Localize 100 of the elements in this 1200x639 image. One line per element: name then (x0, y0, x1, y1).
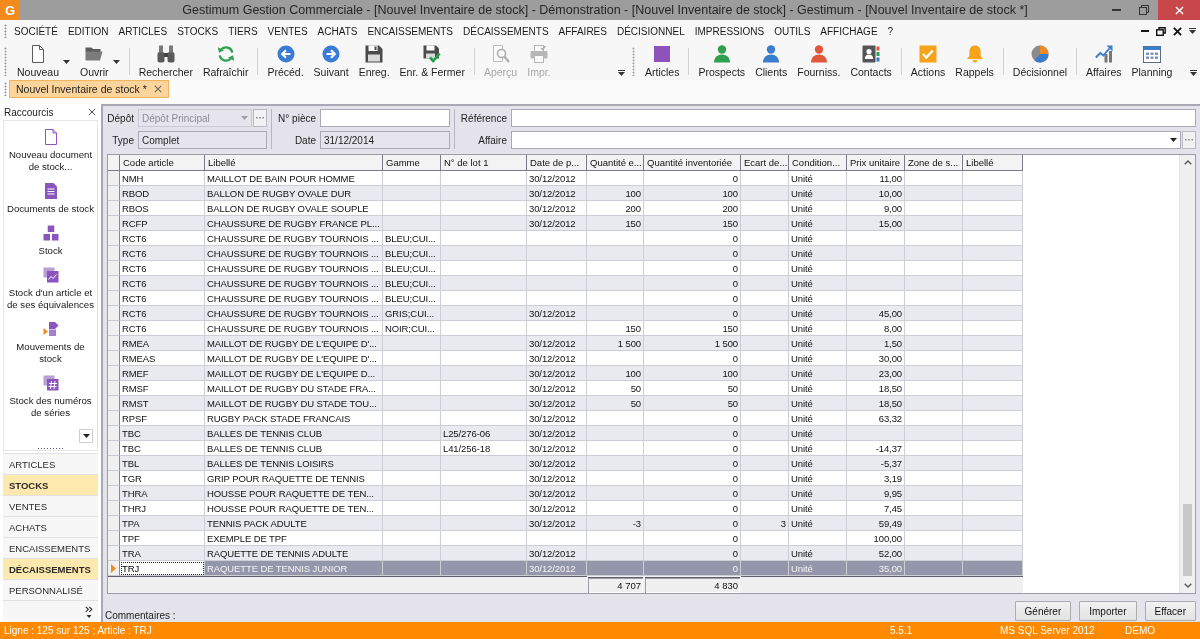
table-row[interactable]: RMSF MAILLOT DE RUGBY DU STADE FRA... 30/12/2012 50 50 Unité 18,50 (108, 381, 1023, 396)
table-row[interactable]: RMEAS MAILLOT DE RUGBY DE L'EQUIPE D'... 30/12/2012 0 Unité 30,00 (108, 351, 1023, 366)
column-header[interactable]: Date de p... (527, 155, 587, 171)
dropdown-button[interactable] (79, 429, 93, 443)
row-selector[interactable] (108, 291, 120, 306)
table-row[interactable]: RMST MAILLOT DE RUGBY DU STADE TOU... 30/12/2012 50 50 Unité 18,50 (108, 396, 1023, 411)
grip-handle[interactable] (4, 47, 7, 76)
row-selector[interactable] (108, 411, 120, 426)
row-selector[interactable] (108, 276, 120, 291)
column-header[interactable]: Condition... (789, 155, 847, 171)
toolbar-button[interactable]: Ouvrir (75, 45, 125, 78)
combo-box[interactable] (511, 131, 1181, 149)
row-selector[interactable] (108, 561, 120, 576)
toolbar-button[interactable]: Décisionnel (1007, 45, 1073, 78)
menu-item[interactable]: DÉCAISSEMENTS (463, 25, 549, 37)
toolbar-button[interactable]: Affaires (1081, 45, 1127, 78)
table-row[interactable]: NMH MAILLOT DE BAIN POUR HOMME 30/12/2012 0 Unité 11,00 (108, 171, 1023, 186)
table-row[interactable]: TRJ RAQUETTE DE TENNIS JUNIOR 30/12/2012 0 Unité 35,00 (108, 561, 1023, 576)
table-row[interactable]: THRJ HOUSSE POUR RAQUETTE DE TEN... 30/12/2012 0 Unité 7,45 (108, 501, 1023, 516)
toolbar-button[interactable]: Clients (750, 45, 793, 78)
toolbar-button[interactable]: Rafraîchir (197, 45, 254, 78)
date-field[interactable]: 31/12/2014 (320, 131, 450, 149)
vertical-scrollbar[interactable] (1179, 155, 1195, 593)
table-row[interactable]: RMEF MAILLOT DE RUGBY DE L'EQUIPE D... 30/12/2012 100 100 Unité 23,00 (108, 366, 1023, 381)
table-row[interactable]: RCFP CHAUSSURE DE RUGBY FRANCE PL... 30/12/2012 150 150 Unité 15,00 (108, 216, 1023, 231)
table-row[interactable]: RCT6 CHAUSSURE DE RUGBY TOURNOIS ... BLEU;CUI... 0 Unité (108, 276, 1023, 291)
row-selector[interactable] (108, 231, 120, 246)
column-header[interactable]: Libellé (205, 155, 383, 171)
column-header[interactable]: Quantité inventoriée (644, 155, 741, 171)
menu-item[interactable]: ENCAISSEMENTS (367, 25, 453, 37)
grip-handle[interactable] (632, 47, 635, 76)
toolbar-button[interactable]: Planning (1126, 45, 1178, 78)
table-row[interactable]: TBC BALLES DE TENNIS CLUB L25/276-06 30/12/2012 0 Unité (108, 426, 1023, 441)
menu-item[interactable]: AFFAIRES (558, 25, 607, 37)
overflow-icon[interactable] (618, 70, 625, 76)
restore-icon[interactable] (1156, 26, 1166, 36)
menu-item[interactable]: OUTILS (774, 25, 811, 37)
column-header[interactable]: N° de lot 1 (441, 155, 527, 171)
menu-item[interactable]: ARTICLES (118, 25, 168, 37)
row-selector[interactable] (108, 546, 120, 561)
close-icon[interactable] (1173, 26, 1182, 36)
chevron-up-icon[interactable] (1183, 160, 1192, 165)
row-selector[interactable] (108, 426, 120, 441)
table-row[interactable]: RBOD BALLON DE RUGBY OVALE DUR 30/12/2012 100 100 Unité 10,00 (108, 186, 1023, 201)
shortcut-item[interactable]: Mouvements de stock (4, 321, 97, 375)
column-header[interactable]: Zone de s... (905, 155, 963, 171)
menu-item[interactable]: ? (887, 25, 894, 37)
nav-item[interactable]: ARTICLES (3, 454, 98, 475)
column-header[interactable]: Prix unitaire (847, 155, 905, 171)
row-selector[interactable] (108, 351, 120, 366)
nav-item[interactable]: STOCKS (3, 475, 98, 496)
table-row[interactable]: RCT6 CHAUSSURE DE RUGBY TOURNOIS ... BLEU;CUI... 0 Unité (108, 246, 1023, 261)
overflow-icon[interactable] (1189, 28, 1196, 34)
grip-handle[interactable] (36, 447, 65, 450)
table-row[interactable]: RCT6 CHAUSSURE DE RUGBY TOURNOIS ... BLEU;CUI... 0 Unité (108, 231, 1023, 246)
table-row[interactable]: TRA RAQUETTE DE TENNIS ADULTE 30/12/2012 0 Unité 52,00 (108, 546, 1023, 561)
shortcut-item[interactable]: Stock des numéros de séries (4, 375, 97, 429)
nav-item[interactable]: DÉCAISSEMENTS (3, 559, 98, 580)
shortcut-item[interactable]: Nouveau document de stock... (4, 129, 97, 183)
toolbar-button[interactable]: Actions (905, 45, 951, 78)
column-header[interactable]: Code article (120, 155, 205, 171)
nav-item[interactable]: PERSONNALISÉ (3, 580, 98, 601)
row-selector[interactable] (108, 261, 120, 276)
shortcut-item[interactable]: Stock d'un article et de ses équivalences (4, 267, 97, 321)
chevron-down-icon[interactable] (1183, 583, 1192, 588)
scrollbar-thumb[interactable] (1183, 504, 1192, 576)
shortcut-item[interactable]: Stock (4, 225, 97, 267)
menu-item[interactable]: AFFICHAGE (820, 25, 878, 37)
row-selector[interactable] (108, 171, 120, 186)
nav-item[interactable]: ENCAISSEMENTS (3, 538, 98, 559)
table-row[interactable]: TGR GRIP POUR RAQUETTE DE TENNIS 30/12/2012 0 Unité 3,19 (108, 471, 1023, 486)
toolbar-button[interactable]: Enreg. (353, 45, 395, 78)
row-selector[interactable] (108, 186, 120, 201)
table-row[interactable]: TBC BALLES DE TENNIS CLUB L41/256-18 30/12/2012 0 Unité -14,37 (108, 441, 1023, 456)
shortcut-item[interactable]: Documents de stock (4, 183, 97, 225)
close-button[interactable] (1158, 0, 1200, 20)
toolbar-button[interactable]: Enr. & Fermer (394, 45, 470, 78)
table-row[interactable]: TPF EXEMPLE DE TPF 0 100,00 (108, 531, 1023, 546)
toolbar-button[interactable]: Fourniss. (792, 45, 846, 78)
row-selector[interactable] (108, 486, 120, 501)
menu-item[interactable]: TIERS (228, 25, 258, 37)
row-selector[interactable] (108, 471, 120, 486)
document-tab[interactable]: Nouvel Inventaire de stock * (9, 80, 169, 98)
menu-item[interactable]: ACHATS (317, 25, 358, 37)
row-selector[interactable] (108, 396, 120, 411)
menu-item[interactable]: STOCKS (177, 25, 219, 37)
nav-item[interactable]: ACHATS (3, 517, 98, 538)
action-button[interactable]: Effacer (1144, 601, 1196, 621)
row-selector[interactable] (108, 246, 120, 261)
row-selector[interactable] (108, 366, 120, 381)
table-row[interactable]: RPSF RUGBY PACK STADE FRANCAIS 30/12/2012 0 Unité 63,32 (108, 411, 1023, 426)
grip-handle[interactable] (4, 82, 7, 96)
menu-item[interactable]: SOCIÉTÉ (14, 25, 58, 37)
menu-item[interactable]: VENTES (267, 25, 308, 37)
table-row[interactable]: TBL BALLES DE TENNIS LOISIRS 30/12/2012 0 Unité -5,37 (108, 456, 1023, 471)
row-selector[interactable] (108, 381, 120, 396)
table-row[interactable]: RCT6 CHAUSSURE DE RUGBY TOURNOIS ... GRIS;CUI... 30/12/2012 0 Unité 45,00 (108, 306, 1023, 321)
toolbar-button[interactable]: Articles (640, 45, 685, 78)
menu-item[interactable]: DÉCISIONNEL (616, 25, 685, 37)
text-field[interactable]: Complet (138, 131, 267, 149)
